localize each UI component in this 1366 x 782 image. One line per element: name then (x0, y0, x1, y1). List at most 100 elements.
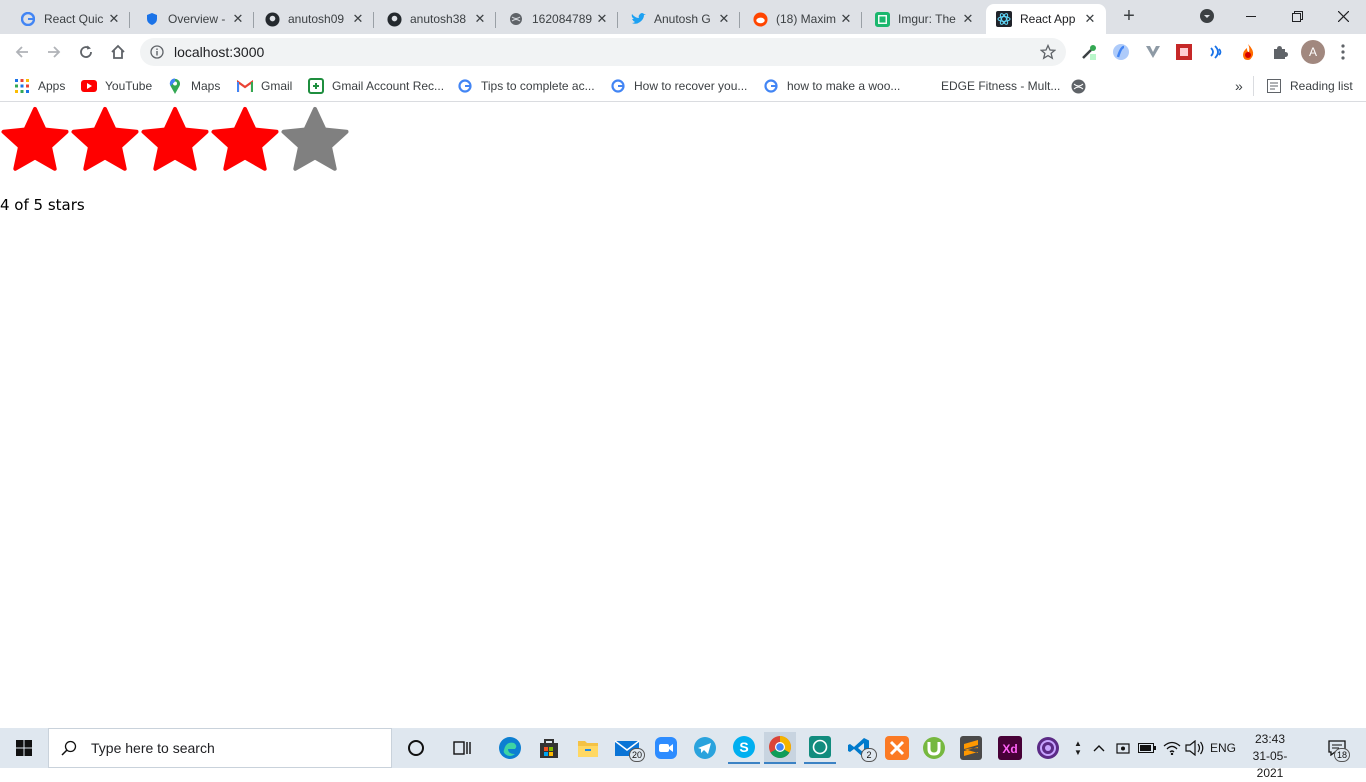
wifi-extension-icon[interactable] (1205, 41, 1227, 63)
sublime-text-icon[interactable] (955, 732, 987, 764)
clock-date: 31-05-2021 (1252, 749, 1288, 780)
chevron-up-icon: ▲ (1074, 739, 1082, 748)
vuetify-extension-icon[interactable] (1142, 41, 1164, 63)
mail-icon[interactable]: 20 (611, 732, 645, 764)
tab-7[interactable]: Imgur: The ✕ (854, 4, 984, 34)
bookmark-edge-fitness[interactable]: EDGE Fitness - Mult... (941, 76, 1060, 96)
kebab-menu-icon[interactable] (1332, 41, 1354, 63)
star-empty-icon[interactable] (280, 105, 350, 175)
fire-extension-icon[interactable] (1237, 41, 1259, 63)
tab-8-active[interactable]: React App ✕ (986, 4, 1106, 34)
bookmark-how-to-recover[interactable]: How to recover you... (610, 76, 747, 96)
bookmark-how-to-make[interactable]: how to make a woo... (763, 76, 900, 96)
show-hidden-icons-button[interactable] (1090, 728, 1108, 768)
reading-list-button[interactable]: Reading list (1266, 76, 1353, 96)
close-icon[interactable]: ✕ (1082, 11, 1098, 27)
tab-search-button[interactable] (1184, 0, 1230, 32)
tab-6[interactable]: (18) Maxim ✕ (732, 4, 862, 34)
star-bookmark-icon[interactable] (1040, 44, 1056, 60)
star-filled-icon[interactable] (210, 105, 280, 175)
forward-button[interactable] (40, 38, 68, 66)
google-icon (20, 11, 36, 27)
gmail-icon (237, 78, 253, 94)
bookmark-apps[interactable]: Apps (14, 76, 65, 96)
task-view-icon[interactable] (447, 732, 479, 764)
back-button[interactable] (8, 38, 36, 66)
notifications-button[interactable]: 18 (1322, 728, 1352, 768)
address-bar[interactable]: localhost:3000 (140, 38, 1066, 66)
app-swirl-icon[interactable] (1032, 732, 1064, 764)
edge-browser-icon[interactable] (494, 732, 526, 764)
cortana-icon[interactable] (400, 732, 432, 764)
reload-icon (80, 45, 92, 58)
bookmark-youtube[interactable]: YouTube (81, 76, 152, 96)
info-icon[interactable] (150, 45, 164, 59)
tab-1[interactable]: Overview - ✕ (124, 4, 254, 34)
telegram-icon[interactable] (689, 732, 721, 764)
eyedropper-extension-icon[interactable] (1078, 41, 1100, 63)
restore-button[interactable] (1274, 0, 1320, 32)
tab-3[interactable]: anutosh38 ✕ (366, 4, 496, 34)
tab-title: Imgur: The (898, 12, 956, 26)
bookmark-gmail[interactable]: Gmail (237, 76, 292, 96)
tab-5[interactable]: Anutosh G ✕ (610, 4, 740, 34)
close-icon[interactable]: ✕ (716, 11, 732, 27)
imgur-icon (874, 11, 890, 27)
file-explorer-icon[interactable] (572, 732, 604, 764)
adobe-xd-icon[interactable]: Xd (994, 732, 1026, 764)
close-icon[interactable]: ✕ (350, 11, 366, 27)
bookmark-globe[interactable] (1070, 76, 1094, 96)
bookmark-gmail-account-recovery[interactable]: Gmail Account Rec... (308, 76, 444, 96)
battery-icon[interactable] (1138, 728, 1156, 768)
home-button[interactable] (104, 38, 132, 66)
profile-avatar[interactable]: A (1301, 40, 1325, 64)
close-window-button[interactable] (1320, 0, 1366, 32)
system-clock[interactable]: 23:43 31-05-2021 (1240, 731, 1300, 782)
apps-grid-icon (14, 78, 30, 94)
close-icon[interactable]: ✕ (106, 11, 122, 27)
puzzle-extensions-icon[interactable] (1269, 41, 1291, 63)
search-placeholder: Type here to search (91, 740, 215, 756)
more-bookmarks-button[interactable]: » (1235, 76, 1243, 96)
reload-button[interactable] (72, 38, 100, 66)
tab-2[interactable]: anutosh09 ✕ (244, 4, 374, 34)
whatsapp-icon[interactable] (804, 732, 836, 764)
zoom-icon[interactable] (650, 732, 682, 764)
close-icon[interactable]: ✕ (472, 11, 488, 27)
new-tab-button[interactable]: + (1112, 0, 1146, 32)
github-icon (386, 11, 402, 27)
bookmark-maps[interactable]: Maps (167, 76, 220, 96)
xampp-icon[interactable] (881, 732, 913, 764)
taskbar-search-input[interactable]: Type here to search (48, 728, 392, 768)
tab-0[interactable]: React Quic ✕ (0, 4, 130, 34)
tab-strip: React Quic ✕ Overview - ✕ anutosh09 ✕ an… (0, 0, 1366, 34)
clock-time: 23:43 (1254, 732, 1286, 746)
tab-4[interactable]: 162084789 ✕ (488, 4, 618, 34)
taskbar-scroll-arrows[interactable]: ▲ ▼ (1070, 728, 1086, 768)
close-icon[interactable]: ✕ (960, 11, 976, 27)
star-filled-icon[interactable] (140, 105, 210, 175)
chrome-icon[interactable] (764, 732, 796, 764)
wifi-icon[interactable] (1162, 728, 1182, 768)
close-icon[interactable]: ✕ (594, 11, 610, 27)
browser-extension-icon[interactable] (1110, 41, 1132, 63)
star-filled-icon[interactable] (70, 105, 140, 175)
minimize-button[interactable] (1228, 0, 1274, 32)
microsoft-store-icon[interactable] (533, 732, 565, 764)
star-filled-icon[interactable] (0, 105, 70, 175)
github-icon (264, 11, 280, 27)
star-rating[interactable] (0, 105, 350, 175)
vscode-icon[interactable]: 2 (843, 732, 877, 764)
skype-icon[interactable]: S (728, 732, 760, 764)
volume-icon[interactable] (1184, 728, 1206, 768)
bookmark-tips-to-complete[interactable]: Tips to complete ac... (457, 76, 595, 96)
url-text[interactable]: localhost:3000 (174, 44, 264, 60)
close-icon[interactable]: ✕ (838, 11, 854, 27)
meet-now-icon[interactable] (1114, 728, 1132, 768)
tab-title: anutosh09 (288, 12, 345, 26)
minimize-icon (1246, 16, 1256, 17)
start-button[interactable] (0, 728, 48, 768)
utorrent-icon[interactable] (918, 732, 950, 764)
red-extension-icon[interactable] (1173, 41, 1195, 63)
language-indicator[interactable]: ENG (1208, 728, 1238, 768)
